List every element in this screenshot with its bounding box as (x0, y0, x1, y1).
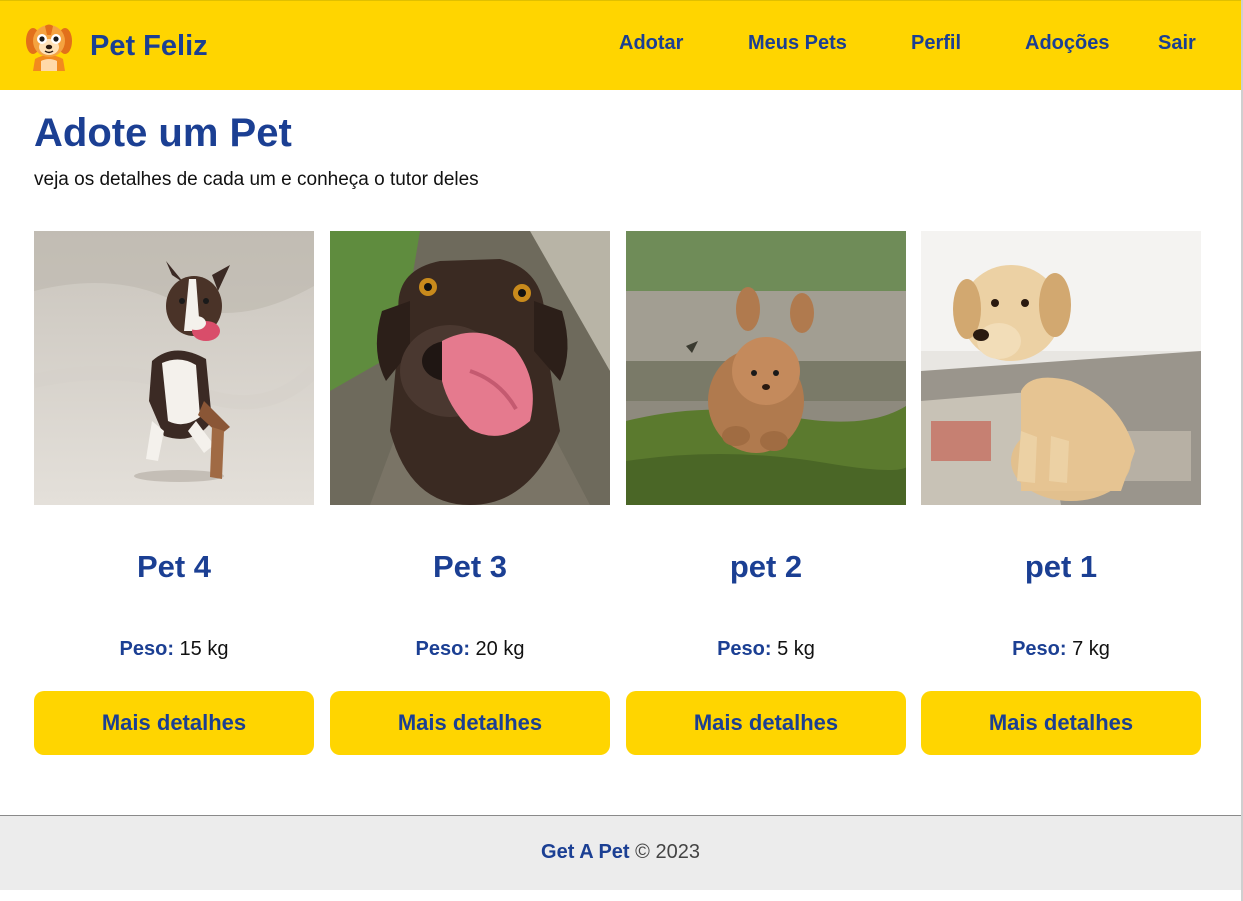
pet-card: pet 1 Peso: 7 kg Mais detalhes (921, 231, 1201, 755)
pet-weight: Peso: 20 kg (330, 637, 610, 661)
pet-weight-value: 20 kg (475, 638, 525, 660)
pet-name: pet 2 (729, 549, 803, 584)
pet-weight: Peso: 15 kg (34, 637, 314, 661)
details-button[interactable]: Mais detalhes (330, 691, 610, 755)
pet-photo[interactable] (626, 231, 906, 505)
pet-photo[interactable] (921, 231, 1201, 505)
page: Pet Feliz Adotar Meus Pets Perfil Adoçõe… (0, 0, 1243, 901)
navbar: Pet Feliz Adotar Meus Pets Perfil Adoçõe… (0, 0, 1241, 90)
pet-weight-label: Peso: (717, 638, 772, 660)
pet-name: Pet 3 (432, 549, 508, 584)
pet-name: pet 1 (1024, 549, 1098, 584)
page-title: Adote um Pet (34, 111, 292, 155)
footer-brand: Get A Pet (541, 841, 630, 863)
nav-link-meus-pets[interactable]: Meus Pets (748, 31, 847, 55)
pet-card: pet 2 Peso: 5 kg Mais detalhes (626, 231, 906, 755)
pet-name: Pet 4 (136, 549, 212, 584)
pet-weight-value: 15 kg (179, 638, 229, 660)
nav-link-adotar[interactable]: Adotar (619, 31, 683, 55)
pet-weight-value: 7 kg (1072, 638, 1110, 660)
pet-photo[interactable] (330, 231, 610, 505)
details-button[interactable]: Mais detalhes (34, 691, 314, 755)
details-button[interactable]: Mais detalhes (626, 691, 906, 755)
footer-copyright: © 2023 (635, 841, 700, 863)
pet-photo[interactable] (34, 231, 314, 505)
nav-link-sair[interactable]: Sair (1158, 31, 1196, 55)
nav-link-perfil[interactable]: Perfil (911, 31, 961, 55)
pet-weight: Peso: 7 kg (921, 637, 1201, 661)
pet-card: Pet 4 Peso: 15 kg Mais detalhes (34, 231, 314, 755)
details-button[interactable]: Mais detalhes (921, 691, 1201, 755)
brand-name[interactable]: Pet Feliz (90, 29, 208, 63)
page-subtitle: veja os detalhes de cada um e conheça o … (34, 169, 479, 190)
pet-weight-label: Peso: (1012, 638, 1067, 660)
pet-weight-value: 5 kg (777, 638, 815, 660)
footer: Get A Pet © 2023 (0, 815, 1241, 890)
pet-card: Pet 3 Peso: 20 kg Mais detalhes (330, 231, 610, 755)
pet-weight: Peso: 5 kg (626, 637, 906, 661)
pet-weight-label: Peso: (415, 638, 470, 660)
pet-weight-label: Peso: (119, 638, 174, 660)
nav-link-adocoes[interactable]: Adoções (1025, 31, 1109, 55)
dog-face-icon[interactable] (25, 21, 73, 73)
